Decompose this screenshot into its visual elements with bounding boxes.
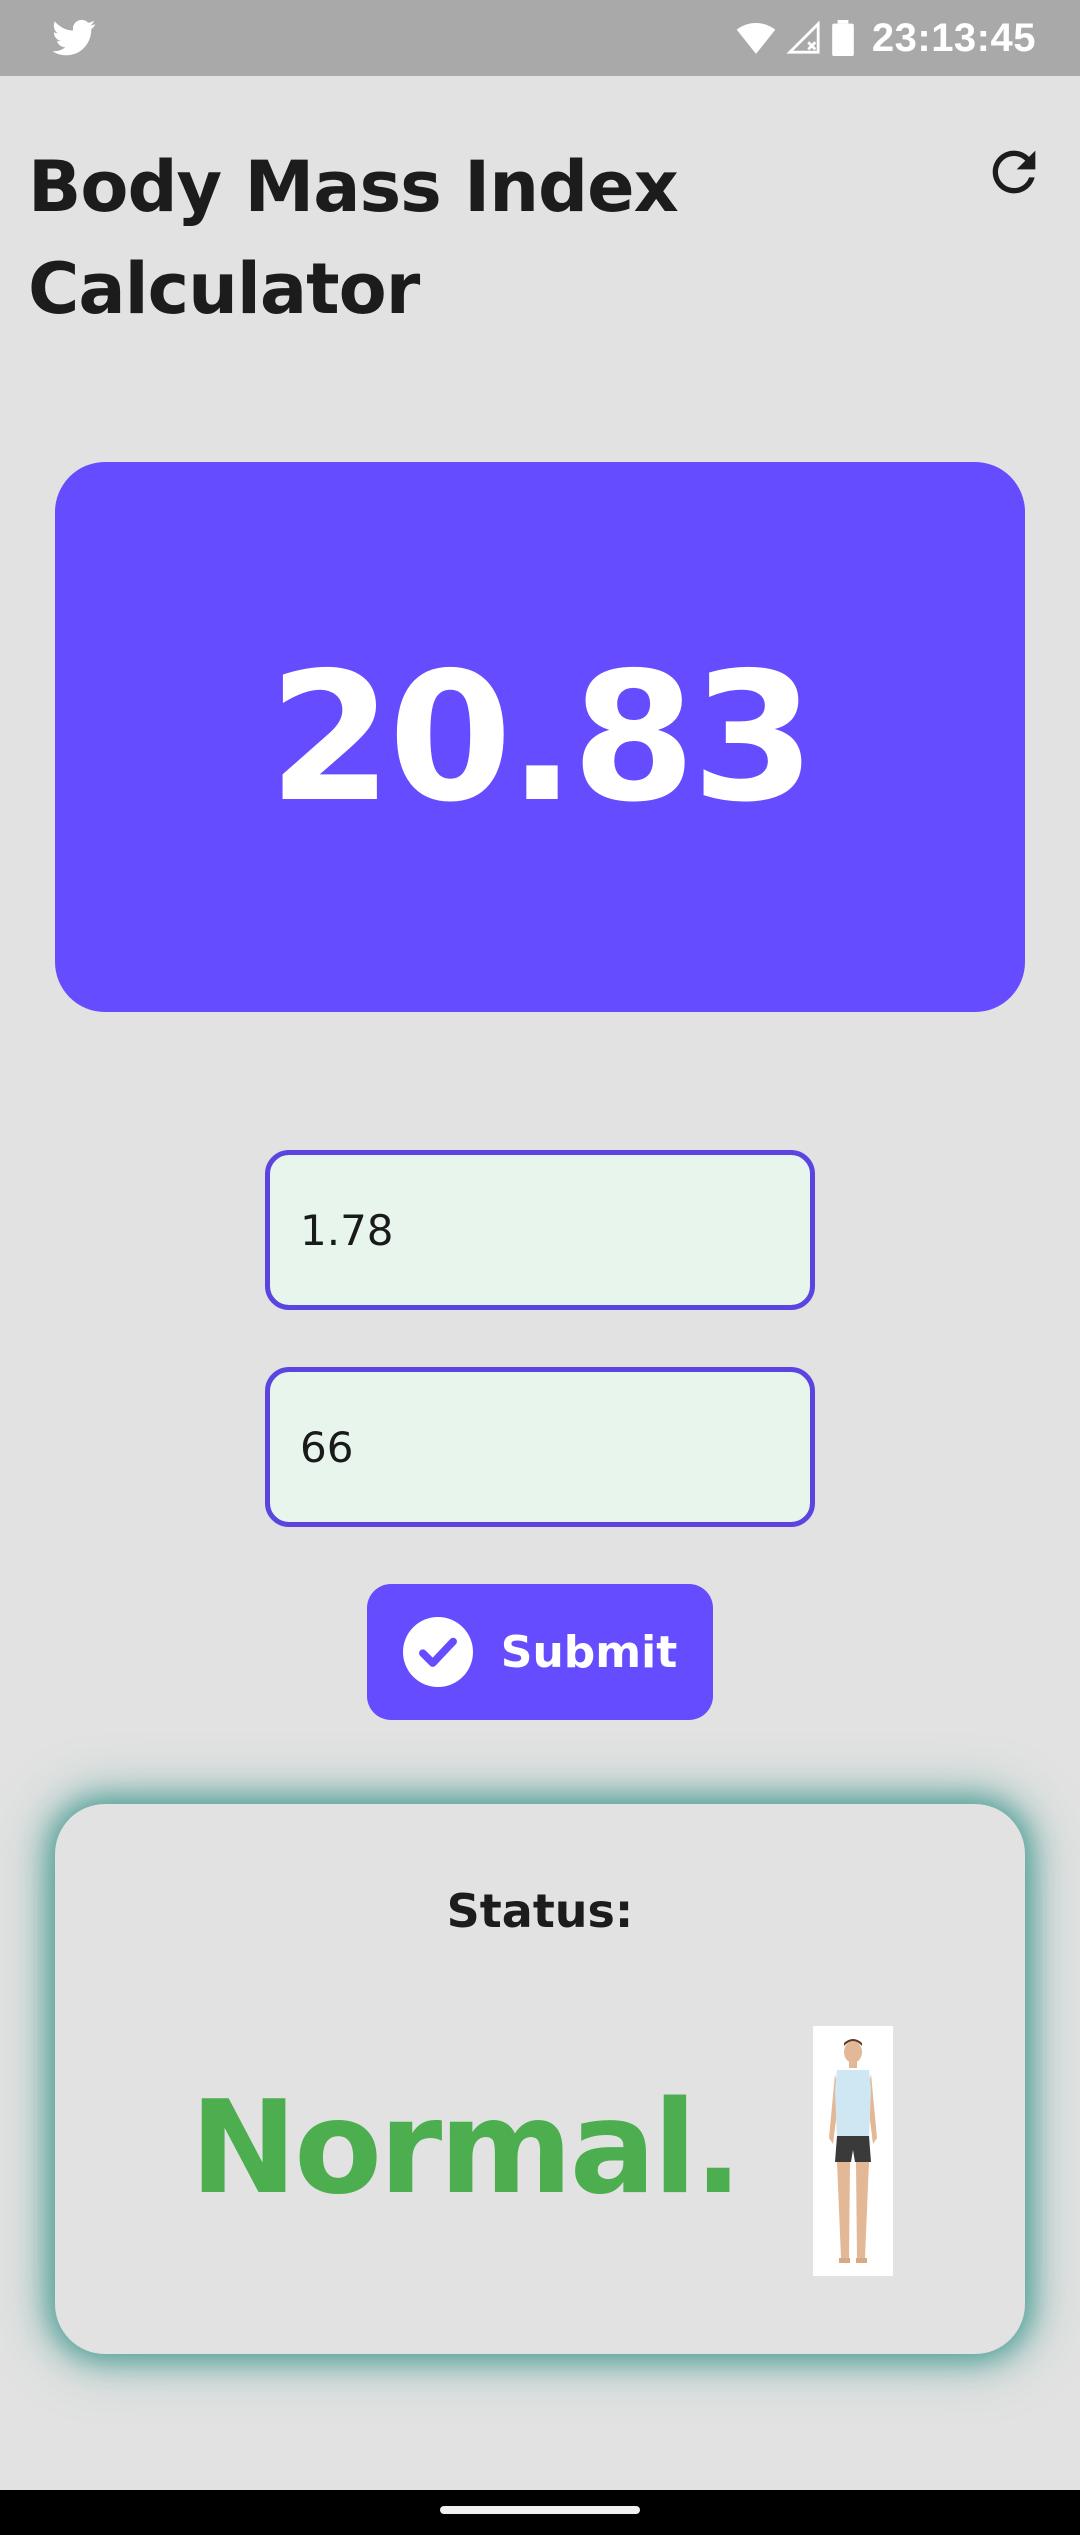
app-screen: 23:13:45 Body Mass Index Calculator 20.8… (0, 0, 1080, 2535)
bmi-result-value: 20.83 (268, 633, 815, 841)
status-label: Status: (446, 1884, 634, 1938)
battery-icon (832, 20, 854, 56)
page-title: Body Mass Index Calculator (28, 146, 679, 330)
no-signal-icon (786, 21, 820, 54)
wifi-icon (736, 23, 776, 54)
clock-time: 23:13:45 (871, 15, 1036, 60)
body-figure-image (813, 2026, 893, 2276)
status-card: Status: Normal. (55, 1804, 1025, 2354)
home-gesture-handle[interactable] (440, 2506, 640, 2514)
status-bar: 23:13:45 (0, 0, 1080, 76)
navigation-bar (0, 2490, 1080, 2535)
weight-input[interactable] (265, 1367, 815, 1527)
height-input[interactable] (265, 1150, 815, 1310)
submit-button[interactable]: Submit (367, 1584, 713, 1720)
status-bar-right: 23:13:45 (736, 0, 1036, 76)
refresh-icon[interactable] (982, 140, 1046, 204)
status-value: Normal. (190, 2074, 742, 2223)
submit-label: Submit (500, 1626, 678, 1678)
twitter-icon (52, 19, 96, 56)
check-circle-icon (402, 1617, 473, 1687)
bmi-result-card: 20.83 (55, 462, 1025, 1012)
